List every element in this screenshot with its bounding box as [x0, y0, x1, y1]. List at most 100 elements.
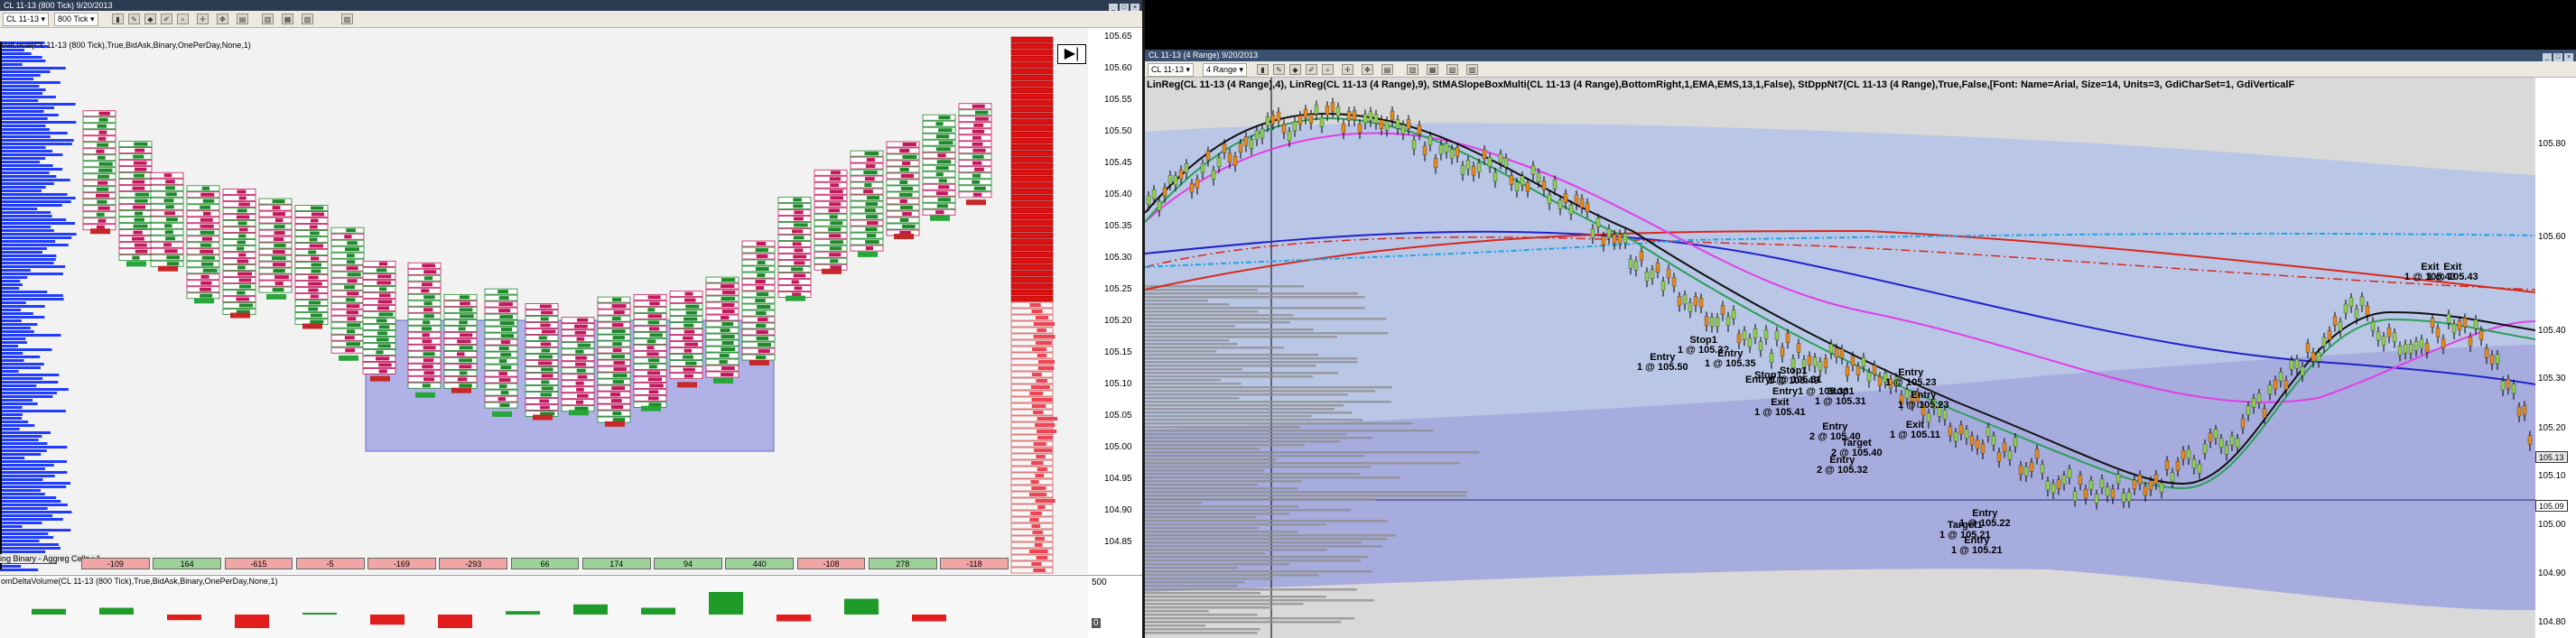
candle-body — [1417, 125, 1422, 134]
right-price-tick: 105.20 — [2538, 423, 2566, 433]
footprint-fill — [756, 242, 767, 246]
close-icon[interactable]: × — [2564, 53, 2573, 61]
data-box-icon[interactable]: ▧ — [1446, 64, 1458, 75]
footprint-fill — [237, 291, 246, 295]
ladder-cell — [1010, 567, 1054, 574]
footprint-svg — [0, 36, 1058, 574]
draw-tool-icon[interactable]: ✎ — [128, 14, 140, 24]
volume-profile-bar — [0, 518, 63, 521]
candle-body — [1525, 181, 1530, 192]
volume-profile-bar — [1145, 487, 1298, 490]
range-price-panel[interactable]: LinReg(CL 11-13 (4 Range),4), LinReg(CL … — [1145, 78, 2536, 638]
hand-icon[interactable]: ✥ — [1362, 64, 1373, 75]
left-indicator-label: ValLocal(CL 11-13 (800 Tick),True,BidAsk… — [1, 41, 251, 50]
volume-profile-bar — [1145, 505, 1298, 508]
footprint-fill — [973, 186, 986, 190]
trade-annotation-detail: 1 @ 105.50 — [1637, 362, 1688, 373]
footprint-fill — [757, 318, 768, 322]
right-window-title: CL 11-13 (4 Range) 9/20/2013 _ □ × — [1145, 50, 2576, 61]
volume-profile-bar — [1145, 343, 1238, 346]
zoom-icon[interactable]: ⌕ — [177, 14, 189, 24]
volume-profile-bar — [1145, 314, 1294, 317]
volume-profile-bar — [0, 410, 66, 412]
volume-profile-bar — [0, 305, 45, 308]
crosshair-icon[interactable]: ✛ — [197, 14, 209, 24]
instrument-selector[interactable]: CL 11-13 ▾ — [1148, 63, 1195, 77]
indicators-icon[interactable]: ▥ — [1407, 64, 1418, 75]
volume-profile-bar — [0, 132, 68, 134]
footprint-price-panel[interactable]: ValLocal(CL 11-13 (800 Tick),True,BidAsk… — [0, 28, 1088, 574]
pencil-icon[interactable]: ✐ — [1306, 64, 1317, 75]
ladder-cell — [1010, 175, 1054, 182]
ladder-fill — [1032, 531, 1043, 534]
footprint-fill — [575, 356, 587, 360]
data-box-icon[interactable]: ▧ — [302, 14, 313, 24]
candle-body — [2403, 344, 2408, 354]
footprint-fill — [721, 310, 735, 314]
footprint-fill — [541, 348, 551, 353]
instrument-selector[interactable]: CL 11-13 ▾ — [3, 13, 50, 26]
candle-body — [2029, 462, 2034, 472]
play-icon[interactable]: ▶| — [1057, 44, 1086, 64]
minimize-icon[interactable]: _ — [2543, 53, 2552, 61]
footprint-fill — [684, 291, 693, 296]
footprint-fill — [865, 215, 879, 219]
footprint-fill — [498, 397, 507, 402]
pencil-icon[interactable]: ✐ — [161, 14, 172, 24]
chart-trader-icon[interactable]: ▨ — [1466, 64, 1478, 75]
volume-profile-bar — [0, 287, 20, 290]
color-picker-icon[interactable]: ◆ — [144, 14, 156, 24]
footprint-fill — [165, 217, 178, 222]
candle-body — [2370, 321, 2376, 331]
trade-annotation-detail: 1 @ 105.35 — [1705, 358, 1756, 369]
ladder-cell — [1010, 219, 1054, 227]
volume-profile-bar — [1145, 411, 1353, 414]
interval-selector[interactable]: 4 Range ▾ — [1203, 63, 1248, 77]
footprint-fill — [794, 248, 804, 253]
footprint-fill — [200, 249, 214, 254]
strategy-icon[interactable]: ▤ — [237, 14, 248, 24]
zoom-icon[interactable]: ⌕ — [1322, 64, 1334, 75]
volume-profile-bar — [0, 514, 53, 517]
chart-trader-icon[interactable]: ▨ — [341, 14, 353, 24]
volume-profile-bar — [0, 193, 68, 196]
indicators-icon[interactable]: ▥ — [262, 14, 274, 24]
color-picker-icon[interactable]: ◆ — [1289, 64, 1301, 75]
footprint-fill — [540, 342, 552, 347]
strategy-icon[interactable]: ▤ — [1381, 64, 1393, 75]
hand-icon[interactable]: ✥ — [217, 14, 228, 24]
properties-icon[interactable]: ▦ — [1427, 64, 1438, 75]
ladder-fill — [1033, 442, 1046, 446]
volume-profile-bar — [0, 114, 59, 116]
left-price-tick: 105.55 — [1104, 95, 1132, 105]
footprint-fill — [541, 380, 550, 384]
volume-profile-bar — [0, 106, 54, 109]
bar-type-icon[interactable]: ▮ — [112, 14, 124, 24]
volume-profile-bar — [0, 74, 41, 77]
delta-volume-panel[interactable]: omDeltaVolume(CL 11-13 (800 Tick),True,B… — [0, 575, 1088, 638]
properties-icon[interactable]: ▦ — [282, 14, 293, 24]
footprint-fill — [200, 205, 211, 209]
draw-tool-icon[interactable]: ✎ — [1273, 64, 1285, 75]
footprint-delta-tag — [492, 411, 512, 417]
candle-body — [2181, 449, 2186, 460]
footprint-fill — [612, 411, 622, 416]
footprint-fill — [829, 177, 842, 181]
ladder-fill — [1033, 322, 1056, 326]
volume-profile-bar — [1145, 484, 1258, 486]
maximize-icon[interactable]: □ — [2553, 53, 2562, 61]
footprint-delta-tag — [858, 251, 878, 257]
right-chart-toolbar: CL 11-13 ▾ 4 Range ▾ ▮ ✎ ◆ ✐ ⌕ ✛ ✥ ▤ ▥ ▦… — [1145, 61, 2576, 78]
volume-profile-bar — [0, 301, 26, 304]
crosshair-icon[interactable]: ✛ — [1342, 64, 1353, 75]
candle-body — [1211, 170, 1216, 180]
interval-selector[interactable]: 800 Tick ▾ — [54, 13, 98, 26]
footprint-fill — [132, 186, 145, 190]
bar-type-icon[interactable]: ▮ — [1257, 64, 1269, 75]
volume-profile-bar — [0, 453, 42, 456]
candle-body — [2153, 474, 2159, 485]
ladder-cell — [1010, 207, 1054, 214]
volume-profile-bar — [0, 504, 68, 506]
candle-body — [1205, 151, 1211, 161]
footprint-fill — [866, 234, 877, 238]
